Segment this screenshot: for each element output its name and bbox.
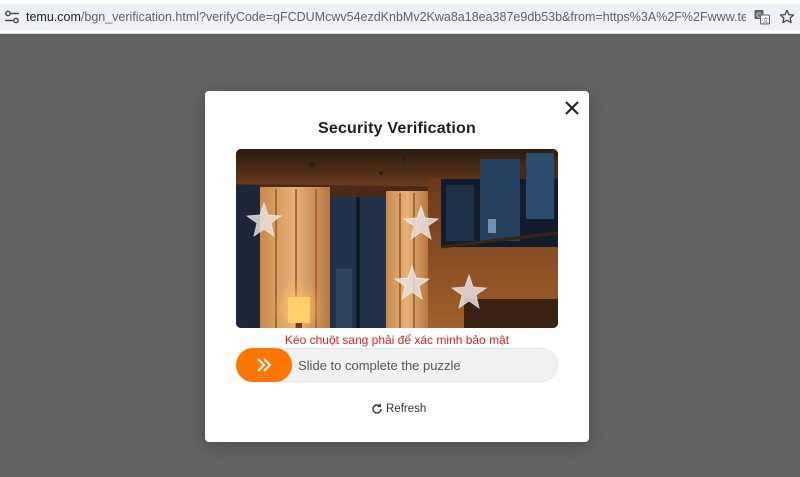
- url-text[interactable]: temu.com/bgn_verification.html?verifyCod…: [26, 9, 746, 25]
- omnibox[interactable]: temu.com/bgn_verification.html?verifyCod…: [0, 4, 800, 30]
- dialog-title: Security Verification: [317, 120, 477, 137]
- translate-icon[interactable]: G 文: [754, 9, 770, 25]
- slider-label: Slide to complete the puzzle: [298, 358, 461, 373]
- tune-icon[interactable]: [4, 10, 20, 24]
- svg-text:文: 文: [762, 15, 769, 24]
- url-host: temu.com: [26, 10, 81, 24]
- url-path: /bgn_verification.html?verifyCode=qFCDUM…: [80, 10, 746, 24]
- puzzle-image: [236, 149, 558, 328]
- slider-track[interactable]: Slide to complete the puzzle: [236, 348, 558, 382]
- close-icon[interactable]: [563, 99, 581, 117]
- slider-handle[interactable]: [236, 348, 292, 382]
- star-outline-icon[interactable]: [778, 8, 796, 26]
- browser-address-bar: temu.com/bgn_verification.html?verifyCod…: [0, 0, 800, 34]
- drag-hint: Kéo chuột sang phải để xác minh bảo mật: [284, 333, 510, 347]
- refresh-label: Refresh: [386, 403, 427, 415]
- refresh-icon: [372, 403, 382, 414]
- security-verification-dialog: Security Verification Kéo chuột sang phả…: [205, 91, 589, 442]
- double-chevron-right-icon: [257, 358, 272, 372]
